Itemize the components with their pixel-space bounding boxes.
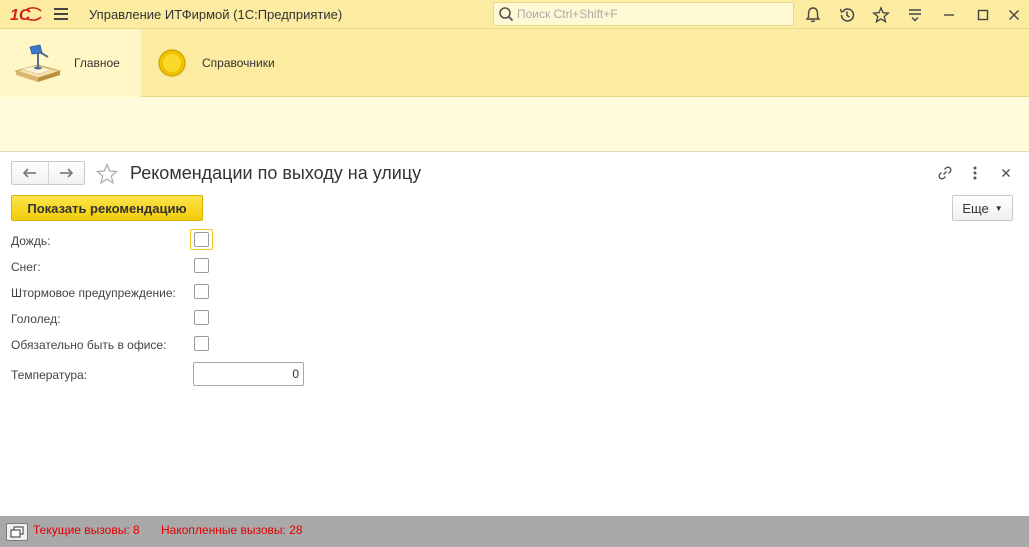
settings-menu-button[interactable] [904,4,926,26]
section-catalogs-label: Справочники [202,56,275,70]
section-main[interactable]: Главное [0,29,141,97]
close-window-button[interactable] [1003,4,1025,26]
arrow-right-icon [60,168,74,178]
navigation-buttons [11,161,85,185]
caret-down-icon: ▼ [994,203,1003,213]
favorite-star-icon[interactable] [95,162,119,186]
forward-button[interactable] [47,162,85,184]
must-be-in-office-checkbox[interactable] [194,336,209,351]
section-main-label: Главное [74,56,120,70]
storm-warning-label: Штормовое предупреждение: [11,286,176,300]
windows-button[interactable] [6,523,28,541]
yellow-circle-icon [158,49,186,77]
close-icon [1009,10,1019,20]
snow-checkbox[interactable] [194,258,209,273]
must-be-in-office-label: Обязательно быть в офисе: [11,338,167,352]
search-box[interactable] [493,2,794,26]
arrow-left-icon [22,168,36,178]
ice-label: Гололед: [11,312,61,326]
favorites-button[interactable] [870,4,892,26]
maximize-icon [977,9,989,21]
search-icon [499,7,514,22]
star-icon [872,6,890,24]
temperature-input[interactable] [193,362,304,386]
ice-checkbox[interactable] [194,310,209,325]
link-button[interactable] [935,163,955,183]
minimize-icon [944,14,954,16]
show-recommendation-button[interactable]: Показать рекомендацию [11,195,203,221]
close-icon [1002,169,1010,177]
rain-label: Дождь: [11,234,51,248]
form-title: Рекомендации по выходу на улицу [130,163,422,183]
rain-checkbox[interactable] [194,232,209,247]
storm-warning-checkbox[interactable] [194,284,209,299]
history-icon [839,8,855,22]
form-menu-button[interactable] [965,163,985,183]
link-icon [938,166,952,180]
sections-panel: Главное Справочники [0,29,1029,97]
app-title: Управление ИТФирмой (1С:Предприятие) [89,7,343,22]
form-close-button[interactable] [996,163,1016,183]
status-bar: Текущие вызовы: 8 Накопленные вызовы: 28 [0,516,1029,547]
desk-lamp-icon [14,44,62,82]
more-button-label: Еще [962,200,989,216]
form-window: Рекомендации по выходу на улицу Показать… [0,153,1029,516]
temperature-label: Температура: [11,368,88,382]
1c-logo-icon: 1С [10,7,42,23]
minimize-button[interactable] [938,4,960,26]
back-button[interactable] [12,162,48,184]
title-bar: 1С Управление ИТФирмой (1С:Предприятие) [0,0,1029,29]
search-input[interactable] [515,7,785,21]
current-calls: Текущие вызовы: 8 [33,523,140,537]
history-button[interactable] [836,4,858,26]
section-commands-panel [0,97,1029,152]
more-button[interactable]: Еще ▼ [952,195,1013,221]
accumulated-calls: Накопленные вызовы: 28 [161,523,303,537]
snow-label: Снег: [11,260,41,274]
settings-icon [909,9,921,22]
maximize-button[interactable] [972,4,994,26]
bell-icon [805,7,821,23]
section-catalogs[interactable]: Справочники [141,29,301,97]
notifications-button[interactable] [802,4,824,26]
main-menu-button[interactable] [50,6,72,22]
more-vertical-icon [973,166,977,180]
windows-icon [10,526,24,538]
